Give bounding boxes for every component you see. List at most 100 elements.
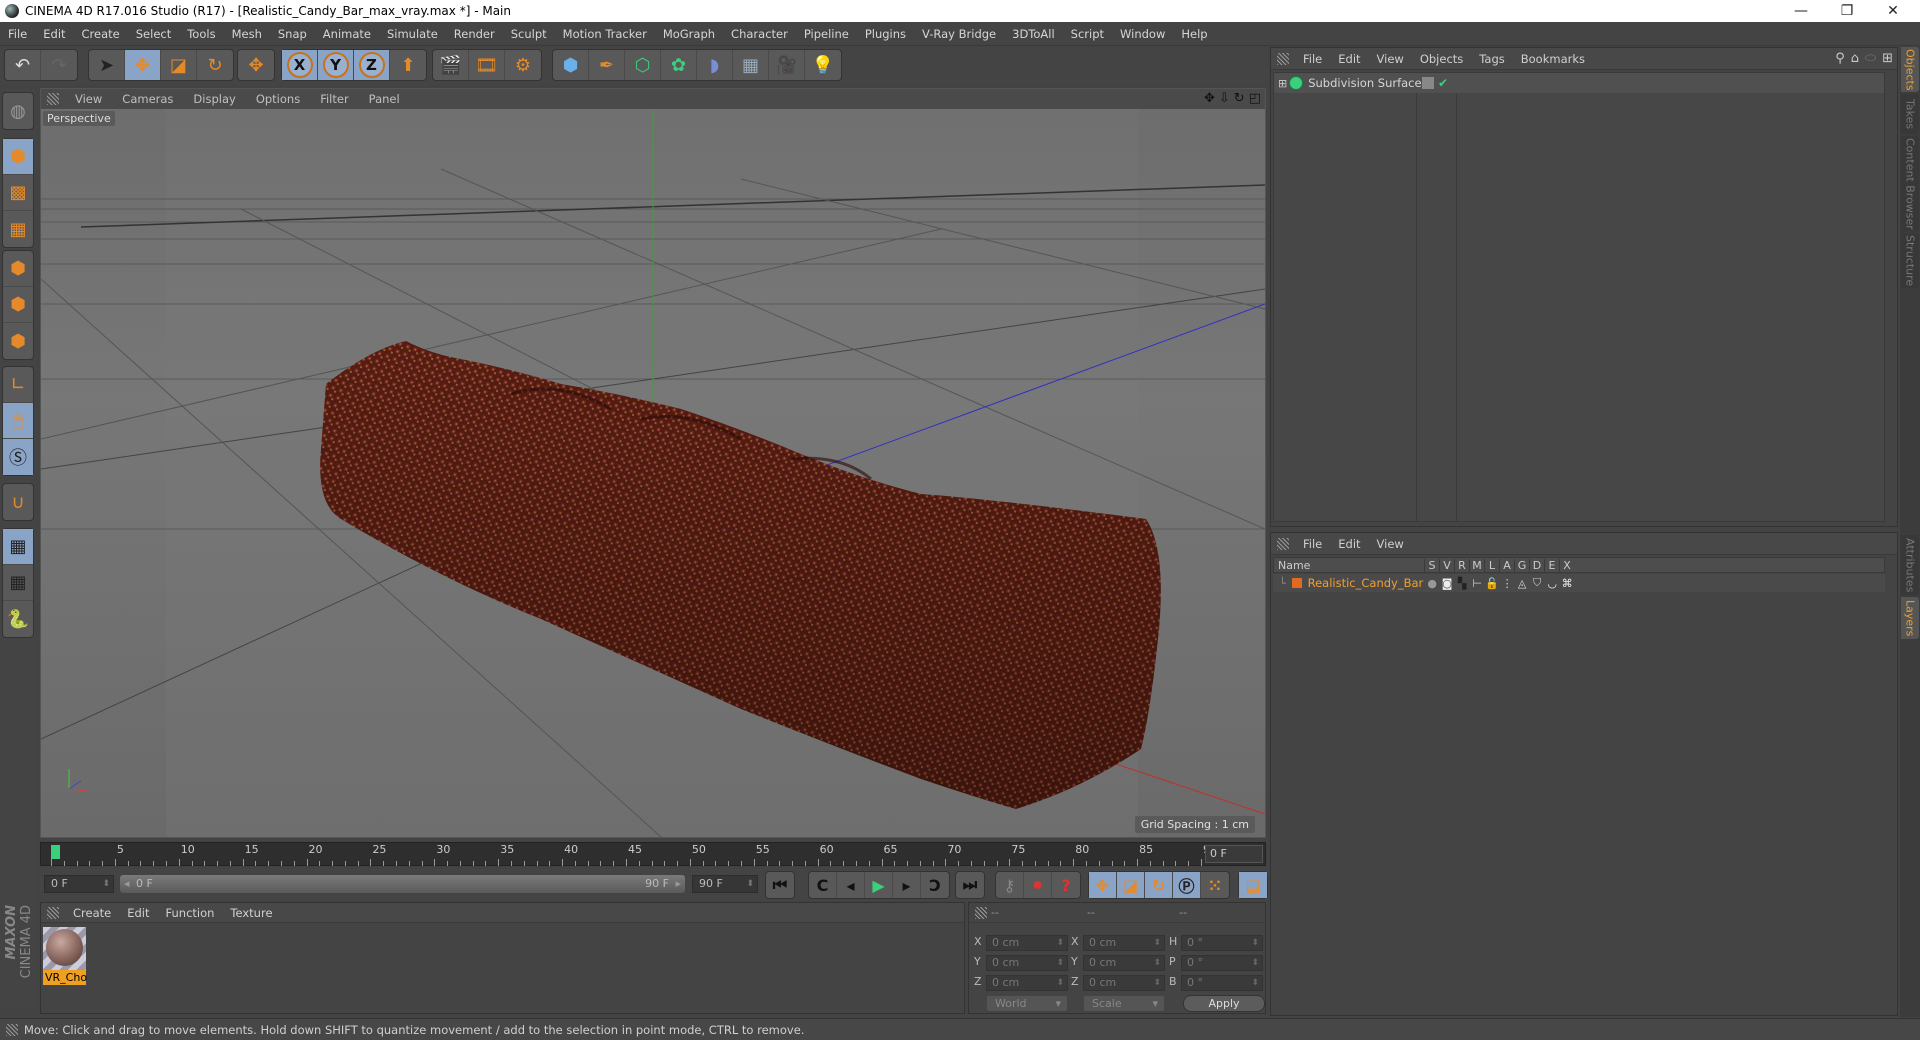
render-picture-viewer-icon[interactable]: 🎞 xyxy=(469,50,505,80)
layer-menu-view[interactable]: View xyxy=(1369,537,1412,551)
light-icon[interactable]: 💡 xyxy=(805,50,841,80)
menu-create[interactable]: Create xyxy=(74,27,128,41)
workplane-lock-icon[interactable]: ▦ xyxy=(3,529,33,565)
panel-grip-icon[interactable] xyxy=(47,93,59,105)
menu-snap[interactable]: Snap xyxy=(270,27,315,41)
keyframe-selection-icon[interactable]: ? xyxy=(1052,872,1080,898)
undo-icon[interactable]: ↶ xyxy=(5,50,41,80)
rot-p-field[interactable]: 0 ° ⬍ xyxy=(1181,955,1263,971)
layer-swatch-icon[interactable] xyxy=(1422,77,1434,89)
menu-simulate[interactable]: Simulate xyxy=(379,27,446,41)
redo-icon[interactable]: ↷ xyxy=(41,50,77,80)
rot-b-field[interactable]: 0 ° ⬍ xyxy=(1181,975,1263,991)
object-name[interactable]: Subdivision Surface xyxy=(1308,76,1421,90)
maximize-view-icon[interactable]: ◰ xyxy=(1249,91,1261,106)
tab-objects[interactable]: Objects xyxy=(1901,47,1919,92)
axis-mode-icon[interactable]: ∟ xyxy=(3,367,33,403)
record-keys-icon[interactable]: ⚷ xyxy=(996,872,1024,898)
panel-grip-icon[interactable] xyxy=(1277,52,1289,65)
column-solo[interactable]: S xyxy=(1424,558,1439,572)
scale-icon[interactable]: ◪ xyxy=(161,50,197,80)
menu-window[interactable]: Window xyxy=(1112,27,1173,41)
coordinate-mode-dropdown[interactable]: World xyxy=(986,995,1068,1012)
rot-h-field[interactable]: 0 ° ⬍ xyxy=(1181,935,1263,951)
x-axis-icon[interactable]: X xyxy=(282,50,318,80)
view-toggle-icon[interactable]: ◙ xyxy=(1440,577,1455,590)
pos-z-field[interactable]: 0 cm ⬍ xyxy=(986,975,1068,991)
next-frame-icon[interactable]: ▸ xyxy=(893,872,921,898)
object-row[interactable]: ⊞ Subdivision Surface ✔ xyxy=(1274,73,1884,93)
key-scale-icon[interactable]: ◪ xyxy=(1117,872,1145,898)
deformer-icon[interactable]: ◗ xyxy=(697,50,733,80)
render-toggle-icon[interactable]: ▚ xyxy=(1455,577,1470,590)
menu-3dtoall[interactable]: 3DToAll xyxy=(1004,27,1063,41)
range-left-arrow-icon[interactable]: ◂ xyxy=(124,875,130,893)
range-right-arrow-icon[interactable]: ▸ xyxy=(675,875,681,893)
render-view-icon[interactable]: 🎬 xyxy=(433,50,469,80)
move-view-icon[interactable]: ✥ xyxy=(1204,91,1215,106)
key-parameter-icon[interactable]: Ⓟ xyxy=(1173,872,1201,898)
menu-pipeline[interactable]: Pipeline xyxy=(796,27,857,41)
material-menu-function[interactable]: Function xyxy=(158,906,223,920)
edges-mode-icon[interactable]: ⬢ xyxy=(3,287,33,323)
size-y-field[interactable]: 0 cm ⬍ xyxy=(1083,955,1165,971)
z-axis-icon[interactable]: Z xyxy=(354,50,390,80)
timeline-icon[interactable]: ▤ xyxy=(1239,872,1267,898)
column-expressions[interactable]: E xyxy=(1544,558,1559,572)
layer-row[interactable]: └ Realistic_Candy_Bar ● ◙ ▚ ⊢ 🔓 ⋮ ◬ ⛉ ◡ … xyxy=(1273,574,1885,592)
next-key-icon[interactable]: Ɔ xyxy=(921,872,949,898)
render-settings-icon[interactable]: ⚙ xyxy=(505,50,541,80)
size-mode-dropdown[interactable]: Scale xyxy=(1083,995,1165,1012)
generators-toggle-icon[interactable]: ◬ xyxy=(1515,577,1530,590)
spinner-icon[interactable]: ⬍ xyxy=(1251,936,1259,950)
menu-script[interactable]: Script xyxy=(1063,27,1112,41)
spinner-icon[interactable]: ⬍ xyxy=(1153,956,1161,970)
panel-grip-icon[interactable] xyxy=(975,906,987,919)
menu-edit[interactable]: Edit xyxy=(35,27,73,41)
column-generators[interactable]: G xyxy=(1514,558,1529,572)
snap-magnet-icon[interactable]: ∪ xyxy=(3,484,33,520)
key-position-icon[interactable]: ✥ xyxy=(1089,872,1117,898)
select-arrow-icon[interactable]: ➤ xyxy=(89,50,125,80)
cloner-icon[interactable]: ✿ xyxy=(661,50,697,80)
expressions-toggle-icon[interactable]: ◡ xyxy=(1545,577,1560,590)
object-menu-file[interactable]: File xyxy=(1295,52,1330,66)
layer-menu-edit[interactable]: Edit xyxy=(1330,537,1368,551)
column-locked[interactable]: L xyxy=(1484,558,1499,572)
material-menu-texture[interactable]: Texture xyxy=(222,906,280,920)
panel-grip-icon[interactable] xyxy=(1277,537,1289,550)
tab-layers[interactable]: Layers xyxy=(1901,597,1919,639)
object-menu-bookmarks[interactable]: Bookmarks xyxy=(1513,52,1593,66)
current-frame-field[interactable]: 0 F xyxy=(1205,845,1263,863)
column-animation[interactable]: A xyxy=(1499,558,1514,572)
tab-takes[interactable]: Takes xyxy=(1901,94,1919,134)
viewport-menu-display[interactable]: Display xyxy=(183,92,245,106)
enabled-check-icon[interactable]: ✔ xyxy=(1438,76,1448,90)
lock-toggle-icon[interactable]: 🔓 xyxy=(1485,577,1500,590)
material-menu-create[interactable]: Create xyxy=(65,906,119,920)
object-menu-objects[interactable]: Objects xyxy=(1412,52,1471,66)
spinner-icon[interactable]: ⬍ xyxy=(102,876,110,892)
tab-structure[interactable]: Structure xyxy=(1901,233,1919,288)
menu-select[interactable]: Select xyxy=(128,27,179,41)
deformers-toggle-icon[interactable]: ⛉ xyxy=(1530,576,1545,590)
layer-menu-file[interactable]: File xyxy=(1295,537,1330,551)
camera-icon[interactable]: 🎥 xyxy=(769,50,805,80)
menu-character[interactable]: Character xyxy=(723,27,796,41)
menu-mograph[interactable]: MoGraph xyxy=(655,27,723,41)
move-icon[interactable]: ✥ xyxy=(125,50,161,80)
tab-attributes[interactable]: Attributes xyxy=(1901,535,1919,595)
viewport-menu-options[interactable]: Options xyxy=(246,92,310,106)
home-icon[interactable]: ⌂ xyxy=(1851,51,1859,66)
apply-button[interactable]: Apply xyxy=(1183,995,1265,1012)
column-render[interactable]: R xyxy=(1454,558,1469,572)
play-icon[interactable]: ▶ xyxy=(865,872,893,898)
coordinate-system-icon[interactable]: ⬆ xyxy=(390,50,426,80)
manager-toggle-icon[interactable]: ⊢ xyxy=(1470,577,1485,590)
menu-help[interactable]: Help xyxy=(1173,27,1215,41)
model-mode-icon[interactable]: ⬢ xyxy=(3,139,33,175)
size-z-field[interactable]: 0 cm ⬍ xyxy=(1083,975,1165,991)
frame-range-slider[interactable]: ◂ 0 F 90 F ▸ xyxy=(120,875,685,893)
column-xref[interactable]: X xyxy=(1559,558,1574,572)
end-frame-field[interactable]: 90 F ⬍ xyxy=(692,875,758,893)
